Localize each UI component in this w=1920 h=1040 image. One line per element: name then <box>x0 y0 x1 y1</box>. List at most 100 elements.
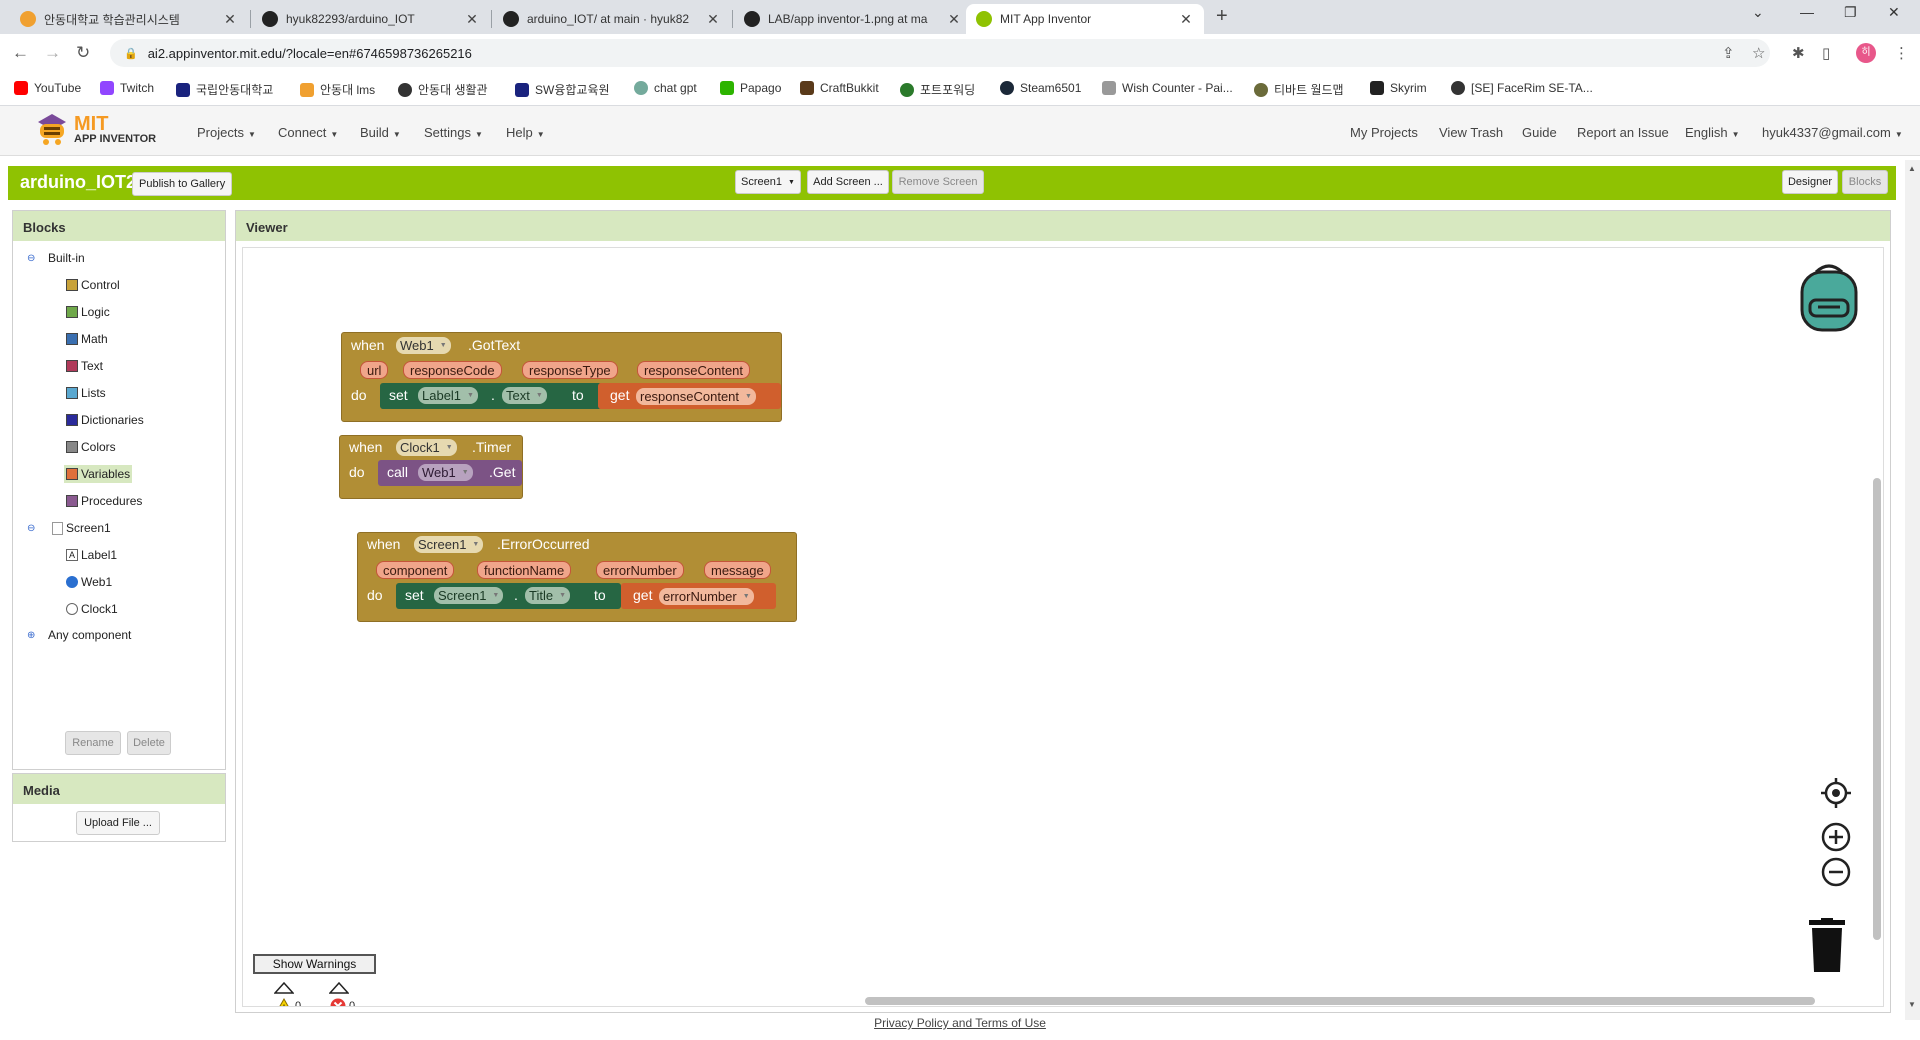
drawer-text[interactable]: Text <box>66 359 103 373</box>
browser-tab-active[interactable]: MIT App Inventor ✕ <box>966 4 1204 34</box>
property-dropdown[interactable]: Title ▼ <box>525 587 571 604</box>
upload-file-button[interactable]: Upload File ... <box>76 811 160 835</box>
drawer-dictionaries[interactable]: Dictionaries <box>66 413 144 427</box>
get-variable-dropdown[interactable]: errorNumber ▼ <box>659 588 754 605</box>
set-component-dropdown[interactable]: Screen1 ▼ <box>434 587 504 604</box>
browser-tab[interactable]: arduino_IOT/ at main · hyuk82 ✕ <box>493 4 731 34</box>
bookmark-item[interactable]: YouTube <box>14 81 81 95</box>
property-dropdown[interactable]: Text ▼ <box>502 387 547 404</box>
drawer-colors[interactable]: Colors <box>66 440 116 454</box>
set-component-dropdown[interactable]: Label1 ▼ <box>418 387 478 404</box>
restore-icon[interactable]: ❐ <box>1844 4 1857 21</box>
guide-link[interactable]: Guide <box>1522 125 1557 140</box>
profile-avatar[interactable]: 히 <box>1856 43 1876 63</box>
delete-button[interactable]: Delete <box>127 731 171 755</box>
bookmark-item[interactable]: Wish Counter - Pai... <box>1102 81 1233 95</box>
menu-settings[interactable]: Settings ▼ <box>424 125 483 140</box>
rename-button[interactable]: Rename <box>65 731 121 755</box>
report-issue-link[interactable]: Report an Issue <box>1577 125 1669 140</box>
warning-prev-icon[interactable] <box>273 981 295 997</box>
bookmark-item[interactable]: [SE] FaceRim SE-TA... <box>1451 81 1593 95</box>
event-block-screen1-erroroccurred[interactable]: when Screen1 ▼ .ErrorOccurred component f… <box>357 532 797 622</box>
collapse-icon[interactable]: ⊖ <box>27 524 36 534</box>
designer-button[interactable]: Designer <box>1782 170 1838 194</box>
component-clock1[interactable]: Clock1 <box>66 602 118 616</box>
remove-screen-button[interactable]: Remove Screen <box>892 170 984 194</box>
get-variable-dropdown[interactable]: responseContent ▼ <box>636 388 756 405</box>
drawer-lists[interactable]: Lists <box>66 386 106 400</box>
page-scrollbar[interactable]: ▲ ▼ <box>1905 160 1920 1020</box>
add-screen-button[interactable]: Add Screen ... <box>807 170 889 194</box>
call-component-dropdown[interactable]: Web1 ▼ <box>418 464 473 481</box>
show-warnings-button[interactable]: Show Warnings <box>253 954 376 974</box>
bookmark-item[interactable]: Twitch <box>100 81 154 95</box>
param-component[interactable]: component <box>376 561 455 579</box>
get-block[interactable]: get responseContent ▼ <box>598 383 781 409</box>
scroll-down-icon[interactable]: ▼ <box>1908 1000 1916 1009</box>
publish-gallery-button[interactable]: Publish to Gallery <box>132 172 233 196</box>
param-functionname[interactable]: functionName <box>477 561 572 579</box>
recenter-icon[interactable] <box>1821 778 1851 811</box>
privacy-policy-link[interactable]: Privacy Policy and Terms of Use <box>874 1016 1046 1030</box>
horizontal-scrollbar[interactable] <box>865 997 1815 1005</box>
side-panel-icon[interactable]: ▯ <box>1822 44 1830 62</box>
close-tab-icon[interactable]: ✕ <box>705 11 721 28</box>
minimize-icon[interactable]: — <box>1800 4 1814 20</box>
close-tab-icon[interactable]: ✕ <box>222 11 238 28</box>
drawer-procedures[interactable]: Procedures <box>66 494 142 508</box>
set-block[interactable]: set Label1 ▼ . Text ▼ to <box>380 383 602 409</box>
scroll-up-icon[interactable]: ▲ <box>1908 164 1916 173</box>
bookmark-item[interactable]: CraftBukkit <box>800 81 879 95</box>
param-errornumber[interactable]: errorNumber <box>596 561 684 579</box>
close-tab-icon[interactable]: ✕ <box>946 11 962 28</box>
more-menu-icon[interactable]: ⋮ <box>1894 44 1909 62</box>
component-dropdown[interactable]: Screen1 ▼ <box>414 536 484 553</box>
menu-connect[interactable]: Connect ▼ <box>278 125 338 140</box>
menu-build[interactable]: Build ▼ <box>360 125 401 140</box>
error-prev-icon[interactable] <box>328 981 350 997</box>
param-responsetype[interactable]: responseType <box>522 361 618 379</box>
param-responsecontent[interactable]: responseContent <box>637 361 751 379</box>
component-web1[interactable]: Web1 <box>66 575 112 589</box>
bookmark-star-icon[interactable]: ☆ <box>1752 44 1765 62</box>
new-tab-icon[interactable]: + <box>1216 5 1228 28</box>
forward-icon[interactable]: → <box>44 43 61 63</box>
bookmark-item[interactable]: 티바트 월드맵 <box>1254 81 1344 98</box>
param-url[interactable]: url <box>360 361 389 379</box>
close-tab-icon[interactable]: ✕ <box>464 11 480 28</box>
component-label1[interactable]: A Label1 <box>66 548 117 562</box>
bookmark-item[interactable]: SW융합교육원 <box>515 81 610 98</box>
component-dropdown[interactable]: Clock1 ▼ <box>396 439 457 456</box>
my-projects-link[interactable]: My Projects <box>1350 125 1418 140</box>
any-component-group[interactable]: Any component <box>48 628 131 642</box>
event-block-clock1-timer[interactable]: when Clock1 ▼ .Timer do call Web1 ▼ .Get <box>339 435 523 499</box>
menu-help[interactable]: Help ▼ <box>506 125 545 140</box>
reload-icon[interactable]: ↻ <box>76 43 90 63</box>
browser-tab[interactable]: hyuk82293/arduino_IOT ✕ <box>252 4 490 34</box>
bookmark-item[interactable]: Papago <box>720 81 781 95</box>
close-tab-icon[interactable]: ✕ <box>1178 11 1194 28</box>
bookmark-item[interactable]: 안동대 lms <box>300 81 375 98</box>
collapse-icon[interactable]: ⊖ <box>27 254 36 264</box>
bookmark-item[interactable]: 국립안동대학교 <box>176 81 273 98</box>
vertical-scrollbar[interactable] <box>1873 478 1881 940</box>
browser-tab[interactable]: 안동대학교 학습관리시스템 ✕ <box>10 4 248 34</box>
screen-select[interactable]: Screen1 ▼ <box>735 170 801 194</box>
extensions-icon[interactable]: ✱ <box>1792 44 1805 62</box>
language-menu[interactable]: English ▼ <box>1685 125 1740 140</box>
bookmark-item[interactable]: 포트포워딩 <box>900 81 975 98</box>
zoom-out-icon[interactable] <box>1821 857 1851 890</box>
tab-search-icon[interactable]: ⌄ <box>1752 4 1764 21</box>
drawer-variables[interactable]: Variables <box>64 465 133 483</box>
event-block-web1-gottext[interactable]: when Web1 ▼ .GotText url responseCode res… <box>341 332 782 422</box>
zoom-in-icon[interactable] <box>1821 822 1851 855</box>
param-message[interactable]: message <box>704 561 771 579</box>
screen1-node[interactable]: Screen1 <box>52 521 111 535</box>
component-dropdown[interactable]: Web1 ▼ <box>396 337 451 354</box>
set-block[interactable]: set Screen1 ▼ . Title ▼ to <box>396 583 621 609</box>
drawer-logic[interactable]: Logic <box>66 305 110 319</box>
blocks-workspace[interactable]: when Web1 ▼ .GotText url responseCode res… <box>242 247 1884 1007</box>
param-responsecode[interactable]: responseCode <box>403 361 502 379</box>
call-block[interactable]: call Web1 ▼ .Get <box>378 460 522 486</box>
trash-icon[interactable] <box>1805 918 1849 977</box>
